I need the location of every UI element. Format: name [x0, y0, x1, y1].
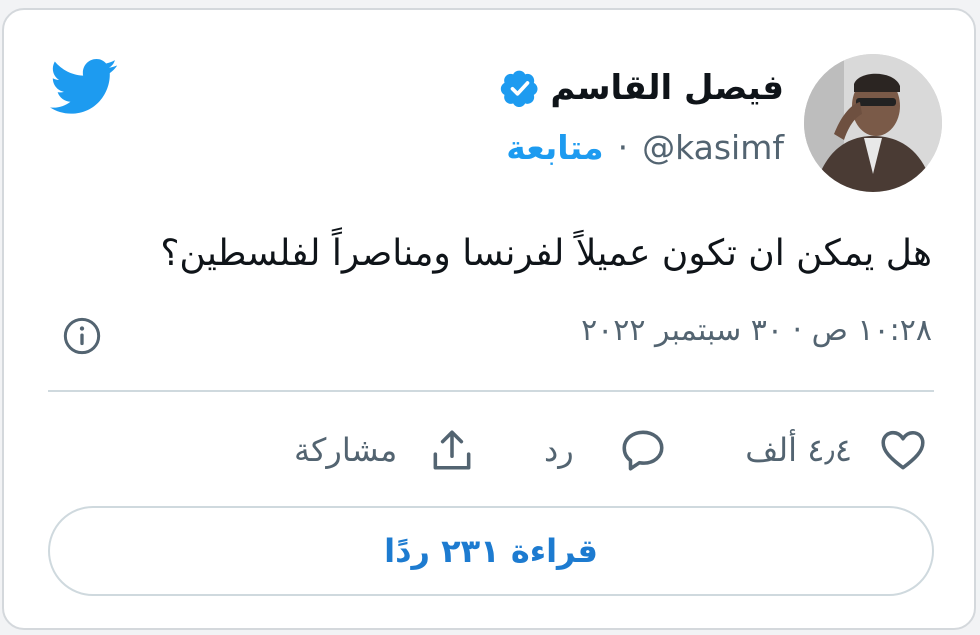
share-label: مشاركة — [294, 431, 398, 469]
tweet-card: فيصل القاسم @kasimf · متابعة هل يمكن ان … — [2, 8, 976, 630]
avatar[interactable] — [804, 54, 942, 192]
heart-icon — [881, 430, 925, 470]
twitter-bird-icon[interactable] — [50, 58, 118, 116]
reply-button[interactable]: رد — [544, 422, 668, 478]
author-name-row: فيصل القاسم — [500, 68, 784, 108]
author-display-name[interactable]: فيصل القاسم — [550, 68, 784, 108]
reply-bubble-icon — [622, 430, 664, 471]
separator-dot: · — [617, 128, 629, 167]
verified-badge-icon — [501, 70, 538, 107]
author-handle-row: @kasimf · متابعة — [506, 128, 784, 167]
info-icon[interactable] — [62, 316, 102, 356]
tweet-text: هل يمكن ان تكون عميلاً لفرنسا ومناصراً ل… — [160, 233, 932, 274]
share-button[interactable]: مشاركة — [294, 422, 477, 478]
follow-button[interactable]: متابعة — [506, 128, 603, 167]
like-button[interactable]: ٤٫٤ ألف — [745, 422, 928, 478]
read-replies-button[interactable]: قراءة ٢٣١ ردًا — [48, 506, 934, 596]
tweet-timestamp[interactable]: ١٠:٢٨ ص · ٣٠ سبتمبر ٢٠٢٢ — [581, 313, 932, 348]
author-handle[interactable]: @kasimf — [642, 128, 784, 167]
like-count: ٤٫٤ ألف — [745, 431, 852, 469]
divider — [48, 390, 934, 392]
reply-label: رد — [544, 431, 574, 469]
share-icon — [433, 430, 471, 470]
